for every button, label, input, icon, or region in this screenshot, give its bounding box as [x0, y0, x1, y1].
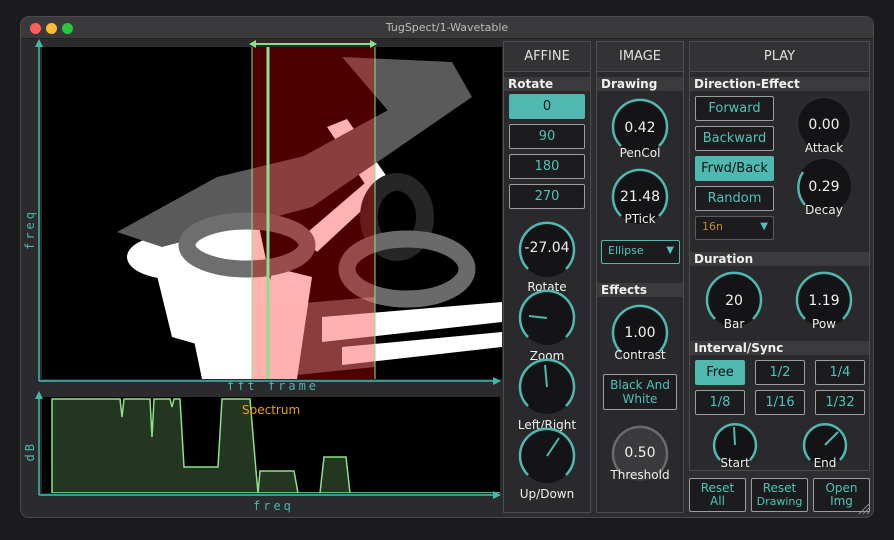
interval-free-button[interactable]: Free — [695, 360, 745, 385]
interval-1-32-button[interactable]: 1/32 — [815, 390, 865, 415]
reset-drawing-line-2: Drawing — [756, 495, 803, 508]
updown-knob-label: Up/Down — [519, 487, 575, 501]
rate-select-value: 16n — [702, 220, 723, 233]
title-bar: TugSpect/1-Wavetable — [21, 17, 873, 39]
bar-knob-label: Bar — [723, 317, 745, 331]
affine-panel: AFFINE Rotate 0 90 180 270 -27.04 Rotate… — [503, 41, 591, 513]
attack-value: 0.00 — [808, 117, 840, 133]
zoom-window-button[interactable] — [62, 23, 73, 34]
rotate-270-button[interactable]: 270 — [509, 184, 585, 209]
rate-select[interactable]: 16n ▼ — [695, 216, 774, 240]
decay-knob-label: Decay — [805, 203, 843, 217]
window-title: TugSpect/1-Wavetable — [385, 21, 509, 34]
rotate-0-button[interactable]: 0 — [509, 94, 585, 119]
interval-1-4-button[interactable]: 1/4 — [815, 360, 865, 385]
leftright-knob[interactable] — [517, 357, 577, 417]
effects-section-label: Effects — [597, 283, 683, 297]
close-window-button[interactable] — [30, 23, 41, 34]
updown-knob[interactable] — [517, 426, 577, 486]
reset-drawing-line-1: Reset — [762, 481, 797, 495]
app-window: TugSpect/1-Wavetable freq fft frame Spec… — [20, 16, 874, 518]
interval-1-16-button[interactable]: 1/16 — [755, 390, 805, 415]
play-panel: PLAY Direction-Effect Forward Backward F… — [689, 41, 870, 471]
main-axes — [35, 39, 501, 385]
start-knob-label: Start — [720, 456, 750, 470]
pencol-value: 0.42 — [624, 120, 656, 136]
decay-value: 0.29 — [808, 179, 840, 195]
image-header: IMAGE — [597, 42, 683, 72]
spectrum-axes — [35, 391, 501, 499]
pow-knob-label: Pow — [812, 317, 836, 331]
rotate-value: -27.04 — [524, 240, 570, 256]
duration-section-label: Duration — [690, 252, 869, 266]
reset-drawing-button[interactable]: Reset Drawing — [751, 478, 808, 512]
chevron-down-icon: ▼ — [760, 221, 768, 232]
play-header: PLAY — [690, 42, 869, 72]
shape-select[interactable]: Ellipse ▼ — [601, 240, 680, 264]
zoom-knob[interactable] — [517, 288, 577, 348]
frwd-back-button[interactable]: Frwd/Back — [695, 156, 774, 181]
spectrum-x-axis-label: freq — [253, 499, 294, 513]
contrast-value: 1.00 — [624, 325, 656, 341]
backward-button[interactable]: Backward — [695, 126, 774, 151]
main-y-axis-label: freq — [23, 209, 37, 250]
resize-grip-icon[interactable] — [857, 501, 871, 515]
minimize-window-button[interactable] — [46, 23, 57, 34]
ptick-value: 21.48 — [619, 189, 661, 205]
rotate-section-label: Rotate — [504, 77, 590, 91]
random-button[interactable]: Random — [695, 186, 774, 211]
reset-all-button[interactable]: Reset All — [689, 478, 746, 512]
forward-button[interactable]: Forward — [695, 96, 774, 121]
threshold-value: 0.50 — [624, 445, 656, 461]
black-and-white-button[interactable]: Black And White — [603, 374, 677, 410]
direction-section-label: Direction-Effect — [690, 77, 869, 91]
shape-select-value: Ellipse — [608, 244, 644, 257]
bar-value: 20 — [725, 293, 743, 309]
interval-1-8-button[interactable]: 1/8 — [695, 390, 745, 415]
interval-1-2-button[interactable]: 1/2 — [755, 360, 805, 385]
interval-section-label: Interval/Sync — [690, 341, 869, 355]
attack-knob-label: Attack — [804, 141, 844, 155]
contrast-knob-label: Contrast — [614, 348, 666, 362]
bw-line-1: Black And — [610, 378, 670, 392]
spectrum-y-axis-label: dB — [23, 441, 37, 462]
affine-header: AFFINE — [504, 42, 590, 72]
pencol-knob-label: PenCol — [619, 146, 661, 160]
threshold-knob-label: Threshold — [610, 468, 670, 482]
image-panel: IMAGE Drawing 0.42 PenCol 21.48 PTick El… — [596, 41, 684, 513]
plot-area: freq fft frame Spectrum dB freq — [21, 39, 503, 517]
end-knob-label: End — [813, 456, 837, 470]
bw-line-2: White — [622, 392, 658, 406]
reset-all-line-2: All — [710, 494, 725, 508]
rotate-90-button[interactable]: 90 — [509, 124, 585, 149]
pow-value: 1.19 — [808, 293, 840, 309]
ptick-knob-label: PTick — [624, 212, 656, 226]
drawing-section-label: Drawing — [597, 77, 683, 91]
chevron-down-icon: ▼ — [666, 245, 674, 256]
rotate-180-button[interactable]: 180 — [509, 154, 585, 179]
